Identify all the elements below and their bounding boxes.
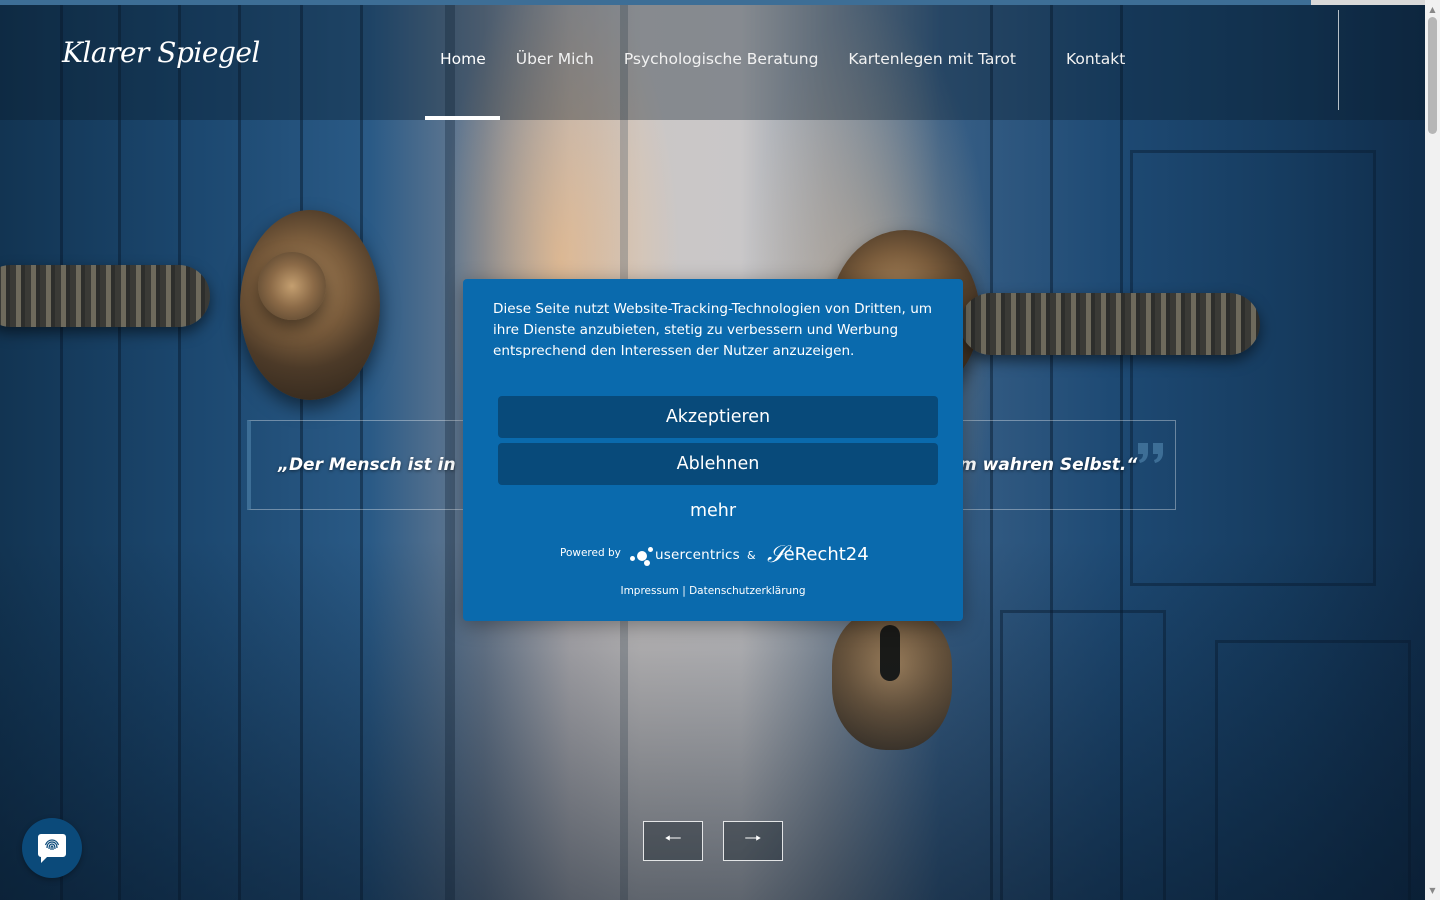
vertical-scrollbar[interactable]: ▲ ▼ bbox=[1425, 0, 1440, 900]
privacy-settings-button[interactable] bbox=[22, 818, 82, 878]
page-progress-track bbox=[0, 0, 1425, 5]
ampersand: & bbox=[747, 549, 756, 562]
more-info-link[interactable]: mehr bbox=[463, 501, 963, 521]
impressum-link[interactable]: Impressum bbox=[620, 585, 678, 597]
accept-button[interactable]: Akzeptieren bbox=[498, 396, 938, 438]
consent-message: Diese Seite nutzt Website-Tracking-Techn… bbox=[493, 301, 933, 359]
usercentrics-name: usercentrics bbox=[655, 547, 740, 563]
decline-button[interactable]: Ablehnen bbox=[498, 443, 938, 485]
closing-quote-icon bbox=[1137, 421, 1165, 473]
site-logo[interactable]: Klarer Spiegel bbox=[62, 36, 260, 69]
legal-separator: | bbox=[682, 585, 686, 597]
arrow-right-icon: 🠒 bbox=[744, 826, 762, 850]
arrow-left-icon: 🠐 bbox=[664, 826, 682, 850]
quote-text-end: m wahren Selbst.“ bbox=[959, 455, 1138, 475]
scroll-down-arrow-icon[interactable]: ▼ bbox=[1425, 883, 1440, 898]
powered-by-label: Powered by bbox=[560, 547, 621, 559]
slider-next-button[interactable]: 🠒 bbox=[723, 821, 783, 861]
nav-item-kontakt[interactable]: Kontakt bbox=[1051, 40, 1140, 78]
page-progress-fill bbox=[0, 0, 1311, 5]
legal-links: Impressum | Datenschutzerklärung bbox=[463, 585, 963, 597]
scrollbar-thumb[interactable] bbox=[1428, 17, 1437, 134]
nav-item-psychologische-beratung[interactable]: Psychologische Beratung bbox=[609, 40, 834, 78]
usercentrics-dots-icon bbox=[630, 543, 654, 567]
fingerprint-chat-icon bbox=[38, 834, 66, 863]
active-nav-indicator bbox=[425, 116, 500, 120]
nav-item-kartenlegen[interactable]: Kartenlegen mit Tarot bbox=[833, 40, 1031, 78]
datenschutz-link[interactable]: Datenschutzerklärung bbox=[689, 585, 805, 597]
main-navigation: Home Über Mich Psychologische Beratung K… bbox=[425, 40, 1140, 78]
quote-text-start: „Der Mensch ist in bbox=[278, 455, 456, 475]
header-divider bbox=[1338, 10, 1339, 110]
erecht24-name: eRecht24 bbox=[783, 543, 869, 565]
nav-item-ueber-mich[interactable]: Über Mich bbox=[501, 40, 609, 78]
erecht24-logo[interactable]: 𝒮 eRecht24 bbox=[767, 542, 869, 566]
scroll-up-arrow-icon[interactable]: ▲ bbox=[1425, 2, 1440, 17]
usercentrics-logo[interactable]: usercentrics bbox=[630, 543, 740, 567]
nav-item-home[interactable]: Home bbox=[425, 40, 501, 78]
cookie-consent-dialog: Diese Seite nutzt Website-Tracking-Techn… bbox=[463, 279, 963, 621]
slider-prev-button[interactable]: 🠐 bbox=[643, 821, 703, 861]
